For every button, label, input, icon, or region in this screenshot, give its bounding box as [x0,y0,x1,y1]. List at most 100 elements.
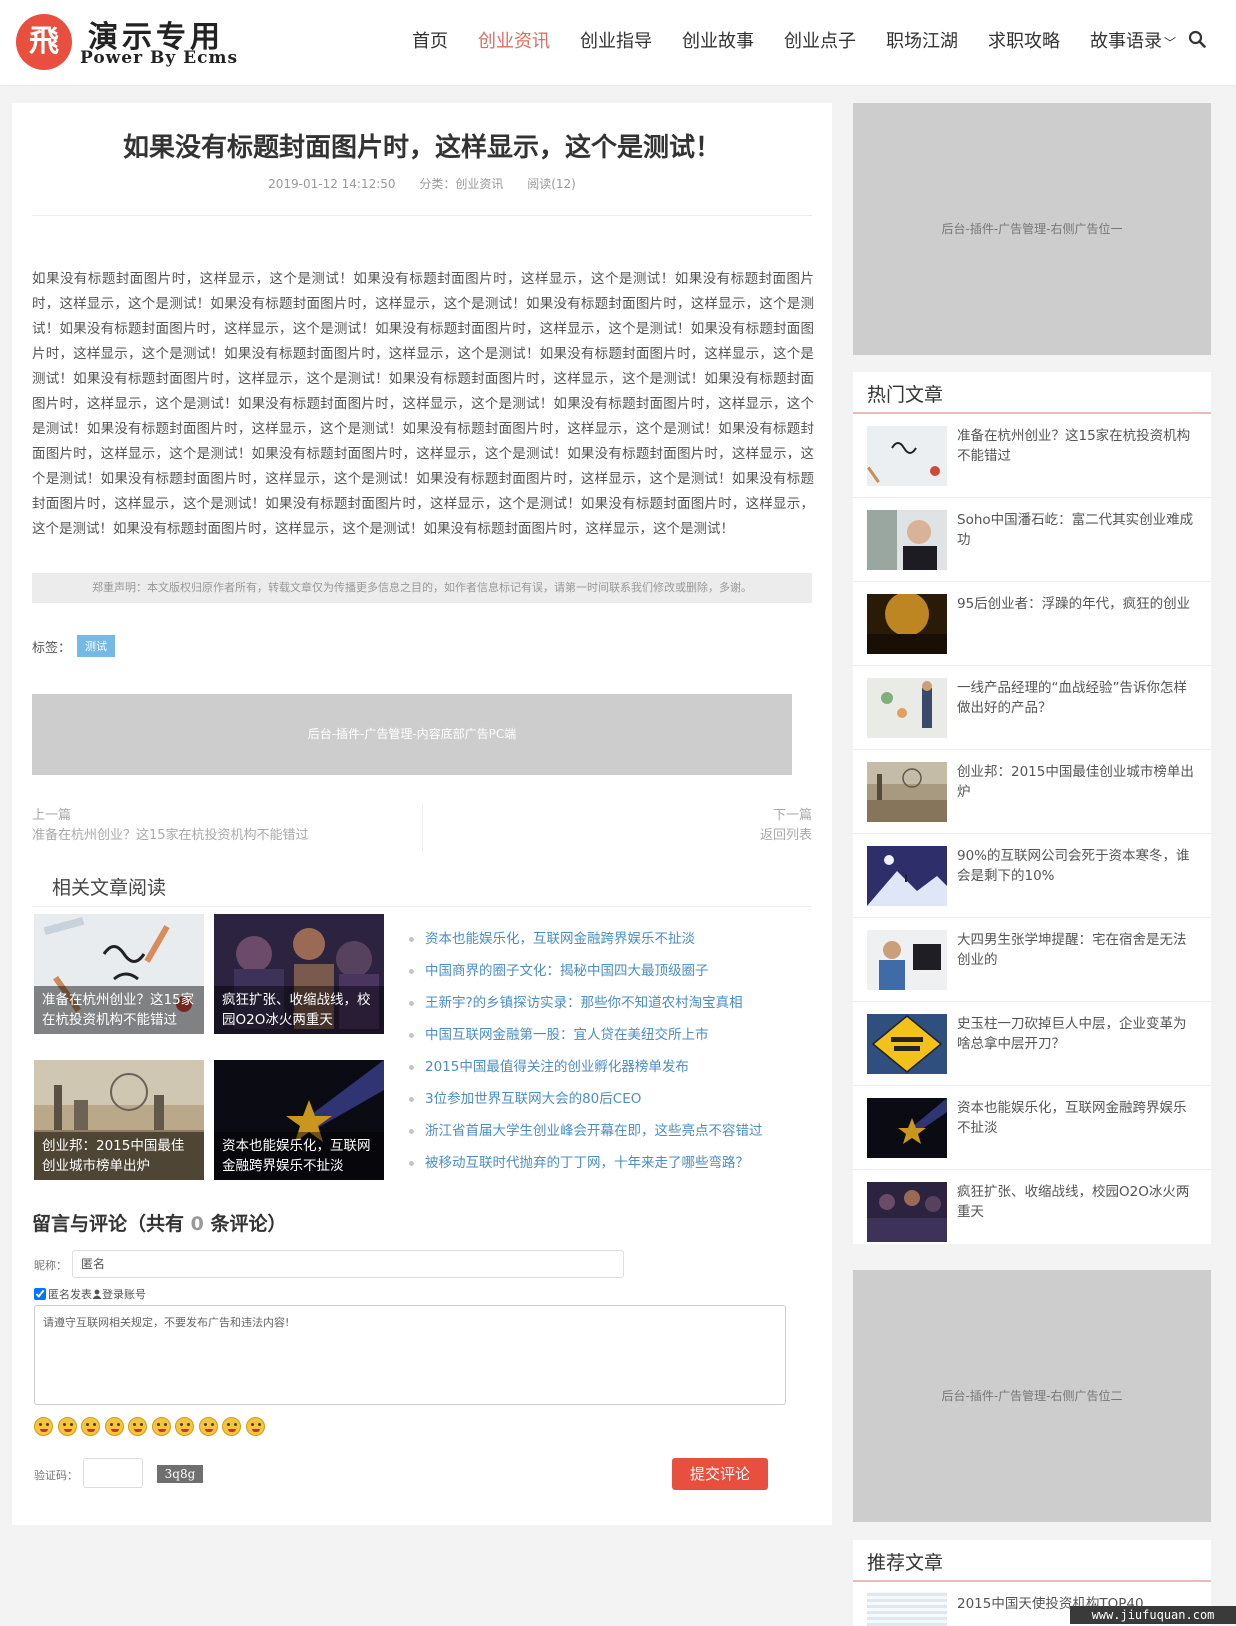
nav-home[interactable]: 首页 [412,27,448,53]
emoji-bar [34,1417,269,1436]
login-link[interactable]: 登录账号 [102,1286,146,1302]
mountain-thumbnail [867,846,947,906]
hot-article-title: 95后创业者：浮躁的年代，疯狂的创业 [957,596,1191,612]
watermark: www.jiufuquan.com [1070,1606,1236,1624]
next-article[interactable]: 下一篇 返回列表 [760,806,812,846]
related-thumb[interactable]: 准备在杭州创业？这15家在杭投资机构不能错过 [34,914,204,1034]
divider [853,1580,1211,1582]
smiley-icon[interactable] [57,1417,77,1436]
concert-thumbnail [867,594,947,654]
sidebar-ad-1[interactable]: 后台-插件-广告管理-右侧广告位一 [853,103,1211,355]
smiley-icon[interactable] [128,1417,147,1436]
captcha-label: 验证码： [34,1469,78,1482]
article-views: 阅读(12) [527,177,576,191]
hot-article-item[interactable]: 资本也能娱乐化，互联网金融跨界娱乐不扯淡 [853,1086,1211,1170]
nickname-field[interactable]: 匿名 [72,1250,624,1278]
sidebar-ad-2[interactable]: 后台-插件-广告管理-右侧广告位二 [853,1270,1211,1522]
comments-title-prefix: 留言与评论（共有 [32,1213,185,1235]
chevron-down-icon: ﹀ [1163,36,1176,50]
smiley-icon[interactable] [198,1417,218,1436]
hot-article-title: 资本也能娱乐化，互联网金融跨界娱乐不扯淡 [957,1100,1187,1136]
related-link[interactable]: 2015中国最值得关注的创业孵化器榜单发布 [407,1051,763,1083]
nav-job-tips[interactable]: 求职攻略 [988,27,1060,53]
next-label: 下一篇 [772,808,812,823]
related-thumb[interactable]: 创业邦：2015中国最佳创业城市榜单出炉 [34,1060,204,1180]
party-thumbnail [867,1182,947,1242]
table-thumbnail[interactable] [867,1592,947,1626]
hot-article-item[interactable]: 准备在杭州创业？这15家在杭投资机构不能错过 [853,414,1211,498]
search-icon[interactable] [1188,30,1206,48]
related-link[interactable]: 中国商界的圈子文化：揭秘中国四大最顶级圈子 [407,955,763,987]
content-bottom-ad[interactable]: 后台-插件-广告管理-内容底部广告PC端 [32,694,792,775]
hot-articles-widget: 热门文章 准备在杭州创业？这15家在杭投资机构不能错过 Soho中国潘石屹：富二… [853,372,1211,1244]
related-link[interactable]: 资本也能娱乐化，互联网金融跨界娱乐不扯淡 [407,923,763,955]
smiley-icon[interactable] [175,1417,194,1436]
anonymous-checkbox[interactable] [34,1288,46,1300]
back-to-list[interactable]: 返回列表 [760,826,812,846]
related-link[interactable]: 3位参加世界互联网大会的80后CEO [407,1083,763,1115]
nav-startup-guide[interactable]: 创业指导 [580,27,652,53]
nav-startup-news[interactable]: 创业资讯 [478,27,550,53]
related-thumb-caption: 创业邦：2015中国最佳创业城市榜单出炉 [34,1132,204,1180]
smiley-icon[interactable] [151,1417,171,1436]
city-thumbnail [867,762,947,822]
whiteboard-thumbnail [867,678,947,738]
prev-label: 上一篇 [32,808,72,823]
hot-article-title: 创业邦：2015中国最佳创业城市榜单出炉 [957,764,1194,800]
comment-textarea[interactable]: 请遵守互联网相关规定，不要发布广告和违法内容! [34,1305,786,1405]
hot-article-title: 史玉柱一刀砍掉巨人中层，企业变革为啥总拿中层开刀？ [957,1016,1187,1052]
related-link[interactable]: 浙江省首届大学生创业峰会开幕在即，这些亮点不容错过 [407,1115,763,1147]
related-heading: 相关文章阅读 [52,877,167,899]
comments-title-suffix: 条评论） [210,1213,287,1235]
hot-article-title: 一线产品经理的“血战经验”告诉你怎样做出好的产品？ [957,680,1187,716]
article-date: 2019-01-12 14:12:50 [268,177,396,191]
article-meta: 2019-01-12 14:12:50 分类：创业资讯 阅读(12) [12,175,832,192]
hot-articles-title: 热门文章 [867,384,944,406]
hot-article-item[interactable]: 一线产品经理的“血战经验”告诉你怎样做出好的产品？ [853,666,1211,750]
nav-workplace[interactable]: 职场江湖 [886,27,958,53]
change-sign-thumbnail [867,1014,947,1074]
nav-startup-stories[interactable]: 创业故事 [682,27,754,53]
related-link[interactable]: 中国互联网金融第一股：宜人贷在美纽交所上市 [407,1019,763,1051]
hot-article-title: Soho中国潘石屹：富二代其实创业难成功 [957,512,1194,548]
smiley-icon[interactable] [222,1417,241,1436]
captcha-image[interactable]: 3q8g [157,1465,203,1483]
hot-article-item[interactable]: 史玉柱一刀砍掉巨人中层，企业变革为啥总拿中层开刀？ [853,1002,1211,1086]
tag-link[interactable]: 测试 [77,635,116,657]
hot-article-item[interactable]: 90%的互联网公司会死于资本寒冬，谁会是剩下的10% [853,834,1211,918]
nav-quotes[interactable]: 故事语录 ﹀ [1090,27,1176,53]
prev-title[interactable]: 准备在杭州创业？这15家在杭投资机构不能错过 [32,826,309,846]
smiley-icon[interactable] [34,1417,53,1436]
hot-article-item[interactable]: 大四男生张学坤提醒：宅在宿舍是无法创业的 [853,918,1211,1002]
hot-article-item[interactable]: 95后创业者：浮躁的年代，疯狂的创业 [853,582,1211,666]
hot-article-item[interactable]: Soho中国潘石屹：富二代其实创业难成功 [853,498,1211,582]
smiley-icon[interactable] [104,1417,124,1436]
related-link[interactable]: 王新宇?的乡镇探访实录：那些你不知道农村淘宝真相 [407,987,763,1019]
related-thumb-caption: 准备在杭州创业？这15家在杭投资机构不能错过 [34,986,204,1034]
related-link[interactable]: 被移动互联时代抛弃的丁丁网，十年来走了哪些弯路？ [407,1147,763,1179]
related-thumb[interactable]: 疯狂扩张、收缩战线，校园O2O冰火两重天 [214,914,384,1034]
article-body: 如果没有标题封面图片时，这样显示，这个是测试！如果没有标题封面图片时，这样显示，… [32,271,814,537]
smiley-icon[interactable] [81,1417,100,1436]
smiley-icon[interactable] [245,1417,265,1436]
site-subtitle: Power By Ecms [80,48,239,68]
recommended-title: 推荐文章 [867,1552,944,1574]
user-icon [92,1289,102,1299]
anonymous-row: 匿名发表 登录账号 [34,1286,146,1302]
article-category[interactable]: 分类：创业资讯 [419,177,503,191]
hot-article-item[interactable]: 创业邦：2015中国最佳创业城市榜单出炉 [853,750,1211,834]
student-thumbnail [867,930,947,990]
portrait-thumbnail [867,510,947,570]
related-thumb[interactable]: 资本也能娱乐化，互联网金融跨界娱乐不扯淡 [214,1060,384,1180]
nickname-label: 昵称： [34,1259,67,1272]
captcha-field[interactable] [83,1458,143,1488]
comment-count: 0 [190,1213,204,1235]
submit-comment-button[interactable]: 提交评论 [672,1458,768,1490]
prev-article[interactable]: 上一篇 准备在杭州创业？这15家在杭投资机构不能错过 [32,806,309,846]
hot-article-item[interactable]: 疯狂扩张、收缩战线，校园O2O冰火两重天 [853,1170,1211,1254]
nav-startup-ideas[interactable]: 创业点子 [784,27,856,53]
divider [32,215,812,216]
site-logo[interactable]: 飛 [16,14,72,70]
comments-heading: 留言与评论（共有 0 条评论） [32,1209,287,1236]
tag-row: 标签： 测试 [32,635,116,657]
